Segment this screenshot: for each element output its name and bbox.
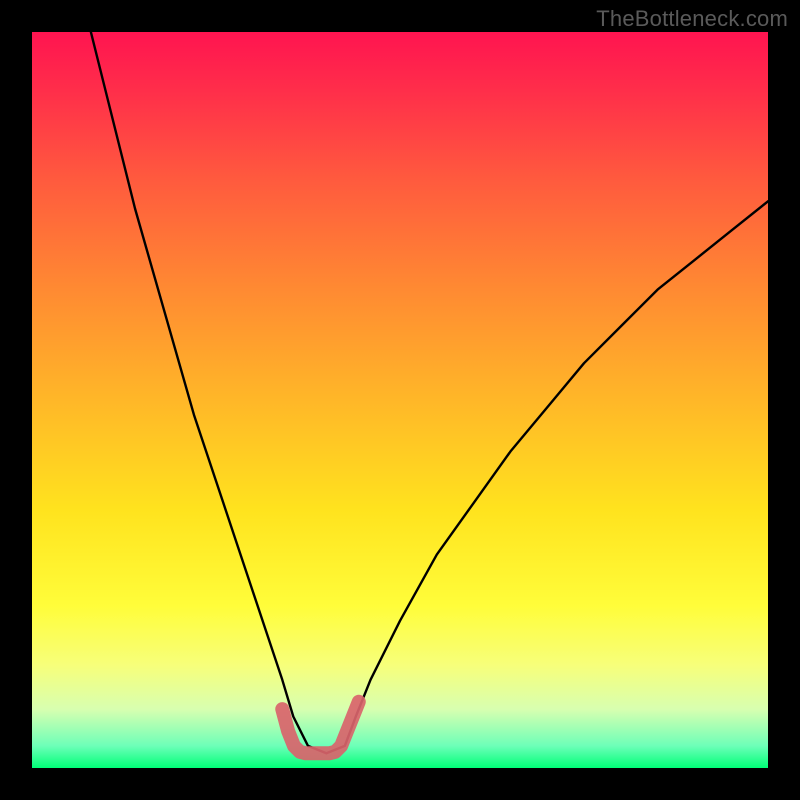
bottleneck-curve: [91, 32, 768, 753]
plot-area: [32, 32, 768, 768]
chart-svg: [32, 32, 768, 768]
chart-frame: TheBottleneck.com: [0, 0, 800, 800]
optimal-range-highlight: [282, 702, 359, 754]
watermark-text: TheBottleneck.com: [596, 6, 788, 32]
